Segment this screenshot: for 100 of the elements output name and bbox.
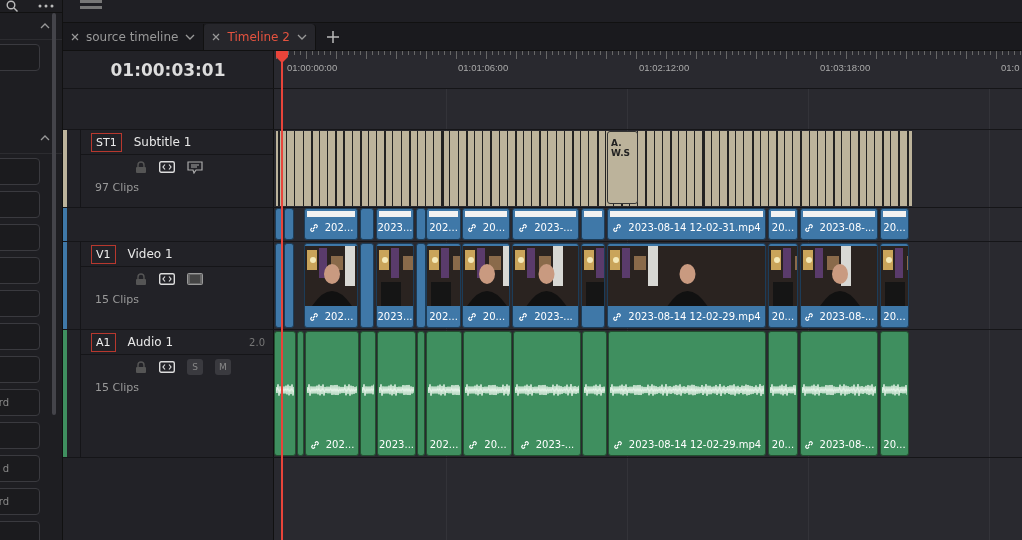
auto-select-icon[interactable] [159, 273, 175, 285]
auto-select-icon[interactable] [159, 361, 175, 373]
clip[interactable] [274, 331, 296, 456]
clip[interactable] [416, 243, 426, 328]
clip-name: 20... [883, 222, 906, 233]
mute-button[interactable]: M [215, 359, 231, 375]
sidebar-button[interactable]: rd [0, 488, 40, 515]
sidebar-button[interactable] [0, 224, 40, 251]
sidebar-button[interactable] [0, 323, 40, 350]
timeline-tab[interactable]: Timeline 2 [204, 24, 316, 50]
clip[interactable] [582, 331, 607, 456]
waveform-drawing [307, 383, 357, 397]
link-icon [803, 439, 814, 450]
chevron-down-icon[interactable] [296, 34, 307, 40]
subtitle-clip[interactable]: A. W.S [607, 131, 638, 204]
clip[interactable]: 20... [768, 331, 798, 456]
menu-icon[interactable] [80, 0, 102, 10]
clip[interactable]: 2023-... [513, 331, 581, 456]
clip[interactable]: 2023-08-14 12-02-31.mp4 [607, 208, 766, 240]
clip[interactable]: 20... [768, 208, 798, 240]
clip[interactable]: 20... [880, 208, 909, 240]
sidebar-button[interactable]: d [0, 455, 40, 482]
scrollbar[interactable] [52, 13, 56, 415]
clip[interactable]: 2023-08-... [800, 243, 878, 328]
clip[interactable] [360, 331, 376, 456]
auto-select-icon[interactable] [159, 161, 175, 173]
clip[interactable]: 2023... [376, 208, 414, 240]
clip[interactable]: 202... [305, 331, 359, 456]
chevron-icon[interactable] [40, 135, 50, 141]
add-tab-icon[interactable] [326, 31, 339, 43]
link-icon [518, 222, 529, 233]
clip[interactable]: 2023... [377, 331, 416, 456]
close-icon[interactable] [71, 33, 79, 41]
ruler-time: 01:0 [1001, 62, 1020, 73]
link-icon [308, 222, 319, 233]
captions-icon[interactable] [187, 160, 203, 174]
track-badge: A1 [91, 332, 116, 352]
track-name: Video 1 [127, 247, 174, 261]
lock-icon[interactable] [135, 361, 147, 373]
clip[interactable]: 202... [304, 243, 358, 328]
clip[interactable]: 2023-08-... [800, 331, 878, 456]
clip[interactable]: 202... [426, 208, 461, 240]
clip-name: 2023-08-... [819, 222, 875, 233]
clip[interactable]: 20... [768, 243, 798, 328]
clip[interactable] [284, 208, 294, 240]
clip[interactable]: 2023... [376, 243, 414, 328]
close-icon[interactable] [212, 33, 221, 41]
ruler-time: 01:01:06:00 [458, 62, 510, 73]
clip[interactable]: 202... [426, 243, 461, 328]
clip[interactable] [581, 243, 605, 328]
ruler-time: 01:03:18:00 [820, 62, 872, 73]
lock-icon[interactable] [135, 273, 147, 285]
chevron-down-icon[interactable] [185, 34, 196, 40]
solo-button[interactable]: S [187, 359, 203, 375]
clip[interactable]: 202... [304, 208, 358, 240]
clip[interactable]: 2023-08-14 12-02-29.mp4 [607, 243, 766, 328]
film-icon[interactable] [187, 273, 203, 285]
clip[interactable]: 2023-... [512, 243, 579, 328]
clip[interactable] [297, 331, 304, 456]
chevron-icon[interactable] [40, 23, 50, 29]
clip-name: 20... [771, 439, 795, 450]
clip[interactable]: 20... [462, 208, 510, 240]
clip[interactable] [360, 243, 374, 328]
sidebar-button[interactable] [0, 257, 40, 284]
sidebar-button[interactable] [0, 191, 40, 218]
clip[interactable]: 2023-... [512, 208, 579, 240]
sidebar-button[interactable] [0, 290, 40, 317]
clip-name: 20... [484, 439, 507, 450]
clip[interactable] [581, 208, 605, 240]
clip[interactable]: 2023-08-... [800, 208, 878, 240]
waveform-drawing [515, 383, 579, 397]
clip-name: 2023-08-... [819, 439, 875, 450]
link-icon [309, 439, 320, 450]
search-icon[interactable] [6, 0, 18, 12]
waveform-drawing [882, 383, 907, 397]
sidebar-button[interactable]: rd [0, 389, 40, 416]
clip[interactable]: 2023-08-14 12-02-29.mp4 [608, 331, 766, 456]
track-name: Subtitle 1 [133, 135, 193, 149]
clip[interactable]: 20... [463, 331, 512, 456]
clip[interactable]: 20... [462, 243, 510, 328]
clip-name: 2023... [379, 439, 414, 450]
sidebar-button[interactable] [0, 158, 40, 185]
sidebar-button[interactable] [0, 44, 40, 71]
playhead[interactable] [275, 51, 289, 540]
waveform-drawing [770, 383, 796, 397]
clip[interactable]: 20... [880, 331, 909, 456]
link-icon [803, 311, 814, 322]
clip[interactable] [417, 331, 425, 456]
clip[interactable] [360, 208, 374, 240]
clip[interactable] [416, 208, 426, 240]
clip[interactable]: 202... [426, 331, 462, 456]
clip-name: 20... [883, 439, 906, 450]
clip[interactable] [284, 243, 294, 328]
clip[interactable]: 20... [880, 243, 909, 328]
lock-icon[interactable] [135, 161, 147, 173]
sidebar-button[interactable] [0, 422, 40, 449]
timecode: 01:00:03:01 [110, 59, 226, 80]
link-icon [308, 311, 319, 322]
more-icon[interactable] [38, 4, 54, 8]
sidebar-button[interactable] [0, 356, 40, 383]
